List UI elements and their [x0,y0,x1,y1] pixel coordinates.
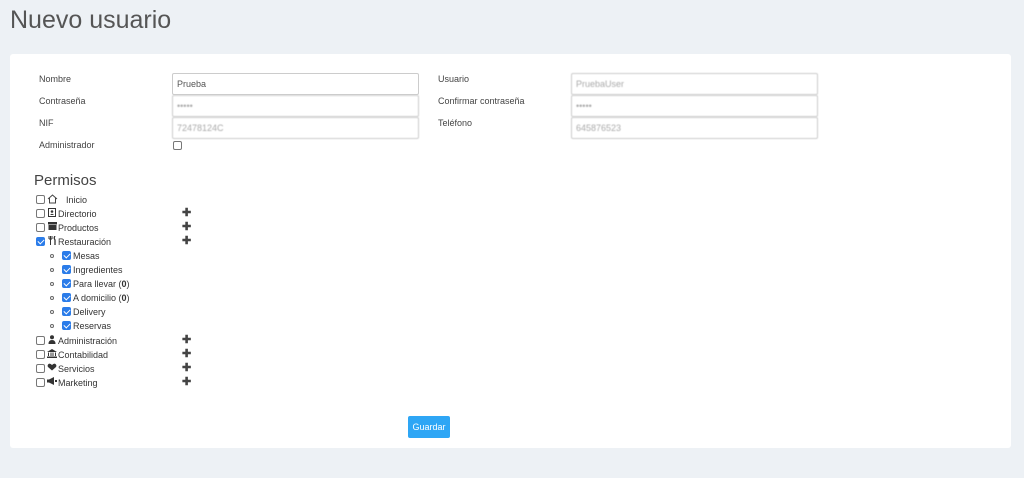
expand-productos-icon[interactable]: ✚ [182,220,191,233]
telefono-input[interactable]: 645876523 [571,117,818,139]
permiso-inicio: Inicio [34,194,234,206]
bullet-icon [50,282,54,286]
contrasena-label: Contraseña [39,96,86,106]
bullet-icon [50,296,54,300]
subpermiso-a-domicilio: A domicilio (0) [50,292,200,304]
permiso-restauracion: Restauración [34,235,234,248]
permiso-contabilidad-checkbox[interactable] [36,350,45,359]
subpermiso-reservas: Reservas [50,320,200,332]
megaphone-icon [47,377,57,387]
expand-directorio-icon[interactable]: ✚ [182,206,191,219]
usuario-label: Usuario [438,74,470,84]
permiso-contabilidad-label: Contabilidad [58,350,109,360]
permiso-productos-label: Productos [58,223,99,233]
cutlery-icon [47,235,57,247]
subpermiso-ingredientes: Ingredientes [50,264,200,276]
permiso-productos: Productos [34,222,234,234]
subpermiso-delivery: Delivery [50,306,200,318]
permiso-servicios-label: Servicios [58,364,95,374]
page-title: Nuevo usuario [10,6,172,34]
contact-book-icon [47,208,57,219]
box-icon [47,222,57,232]
nif-input[interactable]: 72478124C [172,117,419,139]
permiso-directorio: Directorio [34,208,234,220]
subpermiso-ingredientes-label: Ingredientes [73,265,123,275]
bullet-icon [50,268,54,272]
permiso-marketing-label: Marketing [58,378,98,388]
contrasena-input[interactable]: ••••• [172,95,419,117]
subpermiso-mesas: Mesas [50,250,200,262]
subpermiso-para-llevar-label: Para llevar (0) [73,279,130,289]
bullet-icon [50,324,54,328]
nombre-label: Nombre [39,74,72,84]
permiso-directorio-checkbox[interactable] [36,209,45,218]
subpermiso-delivery-label: Delivery [73,307,106,317]
permiso-inicio-label: Inicio [66,195,88,205]
subpermiso-reservas-label: Reservas [73,321,112,331]
permiso-contabilidad: Contabilidad [34,349,234,361]
user-tie-icon [47,335,57,346]
subpermiso-a-domicilio-checkbox[interactable] [62,293,71,302]
bullet-icon [50,310,54,314]
subpermiso-mesas-label: Mesas [73,251,100,261]
subpermiso-a-domicilio-label: A domicilio (0) [73,293,130,303]
subpermiso-reservas-checkbox[interactable] [62,321,71,330]
form-panel: Nombre Prueba Contraseña ••••• NIF 72478… [10,54,1011,448]
administrador-checkbox[interactable] [173,141,182,150]
nombre-input[interactable]: Prueba [172,73,419,95]
guardar-button[interactable]: Guardar [408,416,450,438]
permiso-servicios-checkbox[interactable] [36,364,45,373]
subpermiso-para-llevar-checkbox[interactable] [62,279,71,288]
bank-icon [47,349,57,360]
expand-administracion-icon[interactable]: ✚ [182,333,191,346]
expand-marketing-icon[interactable]: ✚ [182,375,191,388]
permiso-productos-checkbox[interactable] [36,223,45,232]
permisos-title: Permisos [34,172,97,189]
administrador-label: Administrador [39,140,95,150]
permiso-marketing-checkbox[interactable] [36,378,45,387]
permiso-restauracion-checkbox[interactable] [36,237,45,246]
expand-restauracion-icon[interactable]: ✚ [182,234,191,247]
confirmar-contrasena-label: Confirmar contraseña [438,96,525,106]
permiso-inicio-checkbox[interactable] [36,195,45,204]
subpermiso-para-llevar: Para llevar (0) [50,278,200,290]
permiso-restauracion-label: Restauración [58,237,112,247]
usuario-input[interactable]: PruebaUser [571,73,818,95]
permiso-administracion-checkbox[interactable] [36,336,45,345]
telefono-label: Teléfono [438,118,473,128]
home-icon [47,194,58,206]
subpermiso-ingredientes-checkbox[interactable] [62,265,71,274]
permiso-servicios: Servicios [34,363,234,375]
confirmar-contrasena-input[interactable]: ••••• [571,95,818,117]
permiso-administracion-label: Administración [58,336,118,346]
bullet-icon [50,254,54,258]
permiso-administracion: Administración [34,335,234,347]
permiso-directorio-label: Directorio [58,209,97,219]
expand-servicios-icon[interactable]: ✚ [182,361,191,374]
nif-label: NIF [39,118,54,128]
expand-contabilidad-icon[interactable]: ✚ [182,347,191,360]
subpermiso-delivery-checkbox[interactable] [62,307,71,316]
subpermiso-mesas-checkbox[interactable] [62,251,71,260]
permiso-marketing: Marketing [34,377,234,389]
handshake-icon [47,363,57,373]
